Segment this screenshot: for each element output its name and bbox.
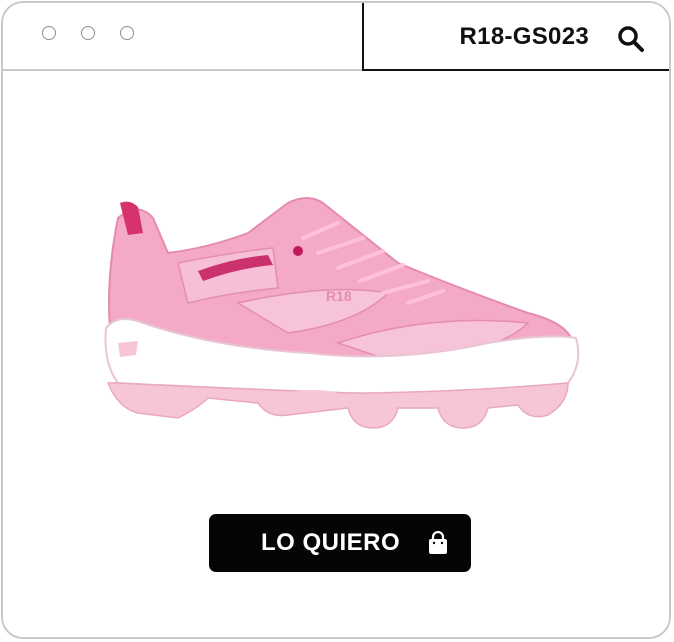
browser-window: R18-GS023 R18 LO QUIERO: [1, 1, 671, 639]
window-control-dot[interactable]: [120, 26, 134, 40]
window-control-dot[interactable]: [81, 26, 95, 40]
search-query[interactable]: R18-GS023: [460, 23, 589, 51]
shopping-bag-icon: [429, 531, 447, 554]
shoe-brand-mark: R18: [326, 288, 352, 304]
window-control-dot[interactable]: [42, 26, 56, 40]
search-icon[interactable]: [617, 25, 645, 53]
lo-quiero-button[interactable]: LO QUIERO: [209, 514, 471, 572]
product-image-sneaker: R18: [104, 197, 580, 429]
lo-quiero-label: LO QUIERO: [261, 529, 401, 556]
search-bar[interactable]: R18-GS023: [362, 3, 669, 71]
window-topbar: R18-GS023: [3, 3, 669, 71]
